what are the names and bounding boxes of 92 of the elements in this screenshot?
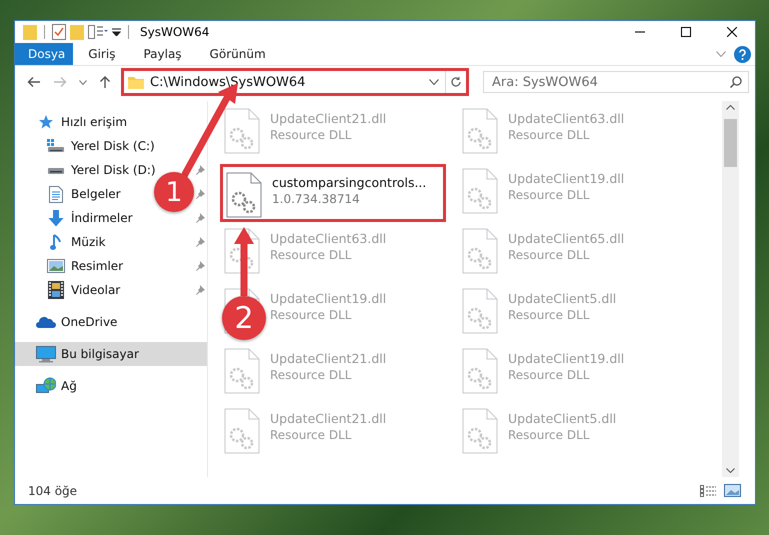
- folder-icon: [23, 24, 37, 40]
- network-icon: [36, 377, 56, 395]
- file-description: Resource DLL: [270, 248, 352, 262]
- file-name: UpdateClient21.dll: [270, 351, 386, 366]
- film-icon: [48, 281, 64, 299]
- scroll-down-icon[interactable]: [726, 468, 735, 473]
- pin-icon[interactable]: [195, 213, 205, 223]
- pin-icon[interactable]: [195, 189, 205, 199]
- sidebar-item[interactable]: Hızlı erişim: [15, 110, 130, 134]
- gear-file-icon: [224, 348, 260, 394]
- search-icon: [730, 76, 742, 88]
- folder-icon: [70, 24, 84, 40]
- sidebar-item[interactable]: Ağ: [15, 374, 79, 398]
- ribbon-tab[interactable]: Giriş: [75, 43, 128, 65]
- pin-icon[interactable]: [195, 165, 205, 175]
- window-title: SysWOW64: [140, 25, 210, 39]
- sidebar-item[interactable]: Belgeler: [15, 182, 123, 206]
- star-icon: [38, 114, 54, 130]
- sidebar-item[interactable]: Videolar: [15, 278, 122, 302]
- gear-file-icon: [224, 108, 260, 154]
- maximize-icon: [681, 27, 691, 37]
- gear-file-icon: [462, 348, 498, 394]
- pin-icon[interactable]: [195, 285, 205, 295]
- gear-file-icon: [462, 288, 498, 334]
- file-name: UpdateClient19.dll: [508, 171, 624, 186]
- file-name: customparsingcontrols...: [272, 175, 426, 190]
- drive-icon: [47, 165, 65, 175]
- gear-file-icon: [462, 408, 498, 454]
- up-arrow-icon[interactable]: [99, 75, 111, 89]
- sidebar-item[interactable]: OneDrive: [15, 310, 120, 334]
- cloud-icon: [36, 316, 56, 328]
- file-description: Resource DLL: [270, 428, 352, 442]
- gear-file-icon: [226, 172, 262, 218]
- scrollbar[interactable]: [722, 101, 739, 477]
- file-name: UpdateClient65.dll: [508, 231, 624, 246]
- file-name: UpdateClient19.dll: [270, 291, 386, 306]
- scroll-up-icon[interactable]: [726, 105, 735, 110]
- properties-icon: [88, 25, 108, 39]
- file-description: Resource DLL: [508, 308, 590, 322]
- details-view-icon[interactable]: [700, 484, 716, 496]
- gear-file-icon: [462, 228, 498, 274]
- file-name: UpdateClient21.dll: [270, 411, 386, 426]
- ribbon-tab[interactable]: Görünüm: [196, 43, 279, 65]
- item-count: 104 öğe: [28, 484, 78, 498]
- gear-file-icon: [224, 408, 260, 454]
- dropdown-chevron-icon[interactable]: [429, 79, 439, 85]
- file-name: UpdateClient19.dll: [508, 351, 624, 366]
- file-description: Resource DLL: [508, 428, 590, 442]
- file-item[interactable]: customparsingcontrols... 1.0.734.38714: [220, 164, 446, 222]
- dropdown-arrow-icon: [112, 28, 121, 36]
- address-bar[interactable]: C:\Windows\SysWOW64: [121, 68, 469, 96]
- file-description: Resource DLL: [508, 128, 590, 142]
- gear-file-icon: [462, 168, 498, 214]
- gear-file-icon: [462, 108, 498, 154]
- recent-locations-chevron-icon[interactable]: [79, 80, 87, 84]
- refresh-icon[interactable]: [450, 76, 462, 88]
- file-description: 1.0.734.38714: [272, 192, 361, 206]
- file-name: UpdateClient21.dll: [270, 111, 386, 126]
- pin-icon[interactable]: [195, 237, 205, 247]
- checklist-icon: [52, 24, 66, 40]
- scrollbar-thumb[interactable]: [724, 119, 737, 167]
- sidebar-item[interactable]: Yerel Disk (C:): [15, 134, 157, 158]
- file-description: Resource DLL: [508, 248, 590, 262]
- file-name: UpdateClient5.dll: [508, 411, 616, 426]
- large-icons-view-icon[interactable]: [724, 484, 741, 497]
- drive-icon: [47, 139, 65, 153]
- sidebar-item[interactable]: İndirmeler: [15, 206, 135, 230]
- pin-icon[interactable]: [195, 261, 205, 271]
- close-icon: [727, 27, 737, 37]
- help-icon[interactable]: [734, 46, 751, 62]
- back-arrow-icon[interactable]: [27, 76, 41, 88]
- file-name: UpdateClient63.dll: [508, 111, 624, 126]
- expand-chevron-icon[interactable]: [716, 51, 726, 57]
- file-description: Resource DLL: [508, 368, 590, 382]
- search-field[interactable]: Ara: SysWOW64: [483, 71, 749, 93]
- file-description: Resource DLL: [270, 128, 352, 142]
- file-name: UpdateClient63.dll: [270, 231, 386, 246]
- sidebar-item[interactable]: Resimler: [15, 254, 126, 278]
- file-description: Resource DLL: [508, 188, 590, 202]
- sidebar-item[interactable]: Müzik: [15, 230, 108, 254]
- file-description: Resource DLL: [270, 308, 352, 322]
- computer-icon: [36, 346, 56, 362]
- music-note-icon: [50, 234, 62, 250]
- file-name: UpdateClient5.dll: [508, 291, 616, 306]
- file-description: Resource DLL: [270, 368, 352, 382]
- sidebar-item[interactable]: Bu bilgisayar: [15, 342, 207, 366]
- document-icon: [49, 186, 63, 202]
- ribbon-tab[interactable]: Paylaş: [130, 43, 195, 65]
- ribbon-tab[interactable]: Dosya: [15, 43, 74, 65]
- download-arrow-icon: [48, 210, 64, 226]
- picture-icon: [47, 259, 65, 273]
- folder-icon: [128, 75, 144, 89]
